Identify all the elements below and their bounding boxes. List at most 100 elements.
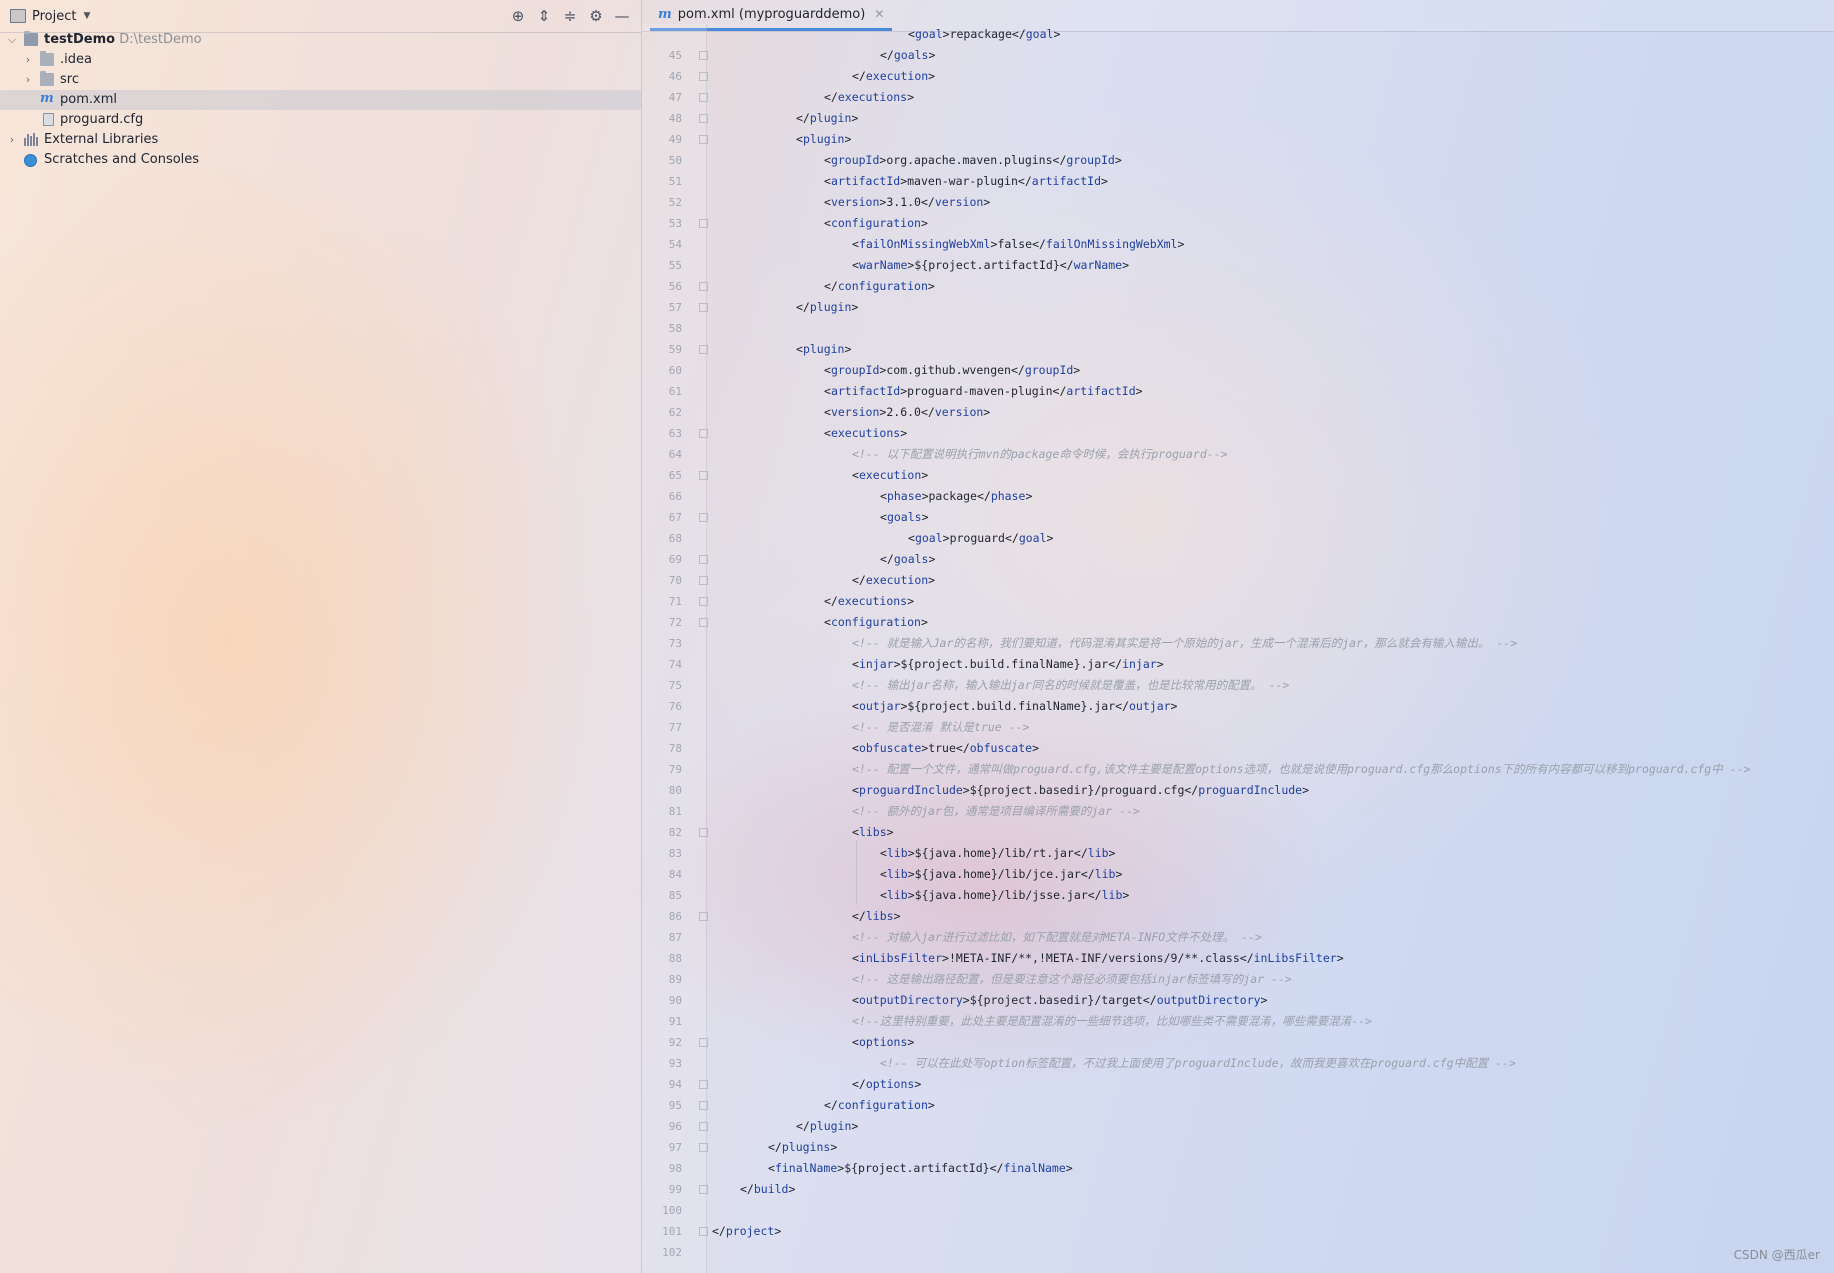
tag-name: artifactId [1066, 384, 1136, 398]
line-number: 50 [668, 154, 682, 167]
fold-marker-icon[interactable] [699, 72, 708, 81]
line-number: 68 [668, 532, 682, 545]
hide-pane-icon[interactable]: — [612, 6, 632, 26]
fold-marker-icon[interactable] [699, 1080, 708, 1089]
tag-bracket: > [851, 111, 859, 125]
code-line: 66 <phase>package</phase> [669, 486, 1822, 507]
tag-bracket: </ [712, 1224, 726, 1238]
fold-marker-icon[interactable] [699, 93, 708, 102]
code-line: 86 </libs> [669, 906, 1822, 927]
fold-marker-icon[interactable] [699, 1038, 708, 1047]
line-number: 63 [668, 427, 682, 440]
tree-item-testdemo[interactable]: ⌵ testDemo D:\testDemo [0, 30, 641, 50]
fold-marker-icon[interactable] [699, 219, 708, 228]
tag-bracket: < [852, 993, 859, 1007]
code-text: <outputDirectory>${project.basedir}/targ… [852, 990, 1267, 1011]
collapse-all-icon[interactable]: ≑ [560, 6, 580, 26]
tag-name: proguardInclude [1198, 783, 1303, 797]
tag-name: version [830, 195, 880, 209]
code-line: 45 </goals> [669, 45, 1822, 66]
fold-marker-icon[interactable] [699, 1101, 708, 1110]
code-line: 101 </project> [662, 1221, 1822, 1242]
fold-marker-icon[interactable] [699, 1143, 708, 1152]
gear-icon[interactable]: ⚙ [586, 6, 606, 26]
line-number: 54 [668, 238, 682, 251]
fold-marker-icon[interactable] [699, 114, 708, 123]
chevron-down-icon[interactable]: ⌵ [6, 30, 18, 50]
fold-marker-icon[interactable] [699, 471, 708, 480]
code-line: 75 <!-- 输出jar名称，输入输出jar同名的时候就是覆盖，也是比较常用的配… [669, 675, 1822, 696]
tag-name: options [865, 1077, 915, 1091]
fold-marker-icon[interactable] [699, 51, 708, 60]
code-line: 78 <obfuscate>true</obfuscate> [669, 738, 1822, 759]
fold-marker-icon[interactable] [699, 828, 708, 837]
code-line: 87 <!-- 对输入jar进行过滤比如，如下配置就是对META-INFO文件不处… [669, 927, 1822, 948]
fold-marker-icon[interactable] [699, 1185, 708, 1194]
tree-item-pom-xml[interactable]: m pom.xml [0, 90, 641, 110]
code-area[interactable]: <goal>repackage</goal> 45 </goals> 46 </exec… [662, 24, 1822, 1263]
code-line: 90 <outputDirectory>${project.basedir}/ta… [669, 990, 1822, 1011]
line-number: 53 [668, 217, 682, 230]
expand-all-icon[interactable]: ⇕ [534, 6, 554, 26]
code-text: <libs> [852, 822, 894, 843]
tree-item-idea[interactable]: › .idea [0, 50, 641, 70]
tag-bracket: </ [852, 1077, 866, 1091]
fold-marker-icon[interactable] [699, 345, 708, 354]
chevron-right-icon[interactable]: › [6, 130, 18, 150]
tag-bracket: </ [1184, 783, 1199, 797]
fold-marker-icon[interactable] [699, 597, 708, 606]
project-view-selector[interactable]: Project ▼ [10, 9, 90, 24]
tag-bracket: </ [852, 573, 866, 587]
tag-bracket: > [900, 426, 908, 440]
tag-name: groupId [830, 363, 880, 377]
fold-marker-icon[interactable] [699, 555, 708, 564]
code-text: <warName>${project.artifactId}</warName> [852, 255, 1129, 276]
fold-marker-icon[interactable] [699, 1227, 708, 1236]
tree-item-src[interactable]: › src [0, 70, 641, 90]
code-line: 48 </plugin> [669, 108, 1822, 129]
tree-item-proguard-cfg[interactable]: proguard.cfg [0, 110, 641, 130]
fold-marker-icon[interactable] [699, 912, 708, 921]
fold-marker-icon[interactable] [699, 1122, 708, 1131]
code-text: </goals> [880, 45, 935, 66]
close-icon[interactable]: ✕ [874, 7, 884, 21]
tag-bracket: > [907, 846, 915, 860]
code-text: <version>3.1.0</version> [824, 192, 990, 213]
fold-marker-icon[interactable] [699, 303, 708, 312]
line-number: 78 [668, 742, 682, 755]
fold-marker-icon[interactable] [699, 618, 708, 627]
fold-marker-icon[interactable] [699, 429, 708, 438]
tag-name: obfuscate [858, 741, 922, 755]
tag-bracket: < [852, 657, 859, 671]
tree-item-external-libraries[interactable]: › External Libraries [0, 130, 641, 150]
tag-name: artifactId [830, 174, 901, 188]
line-number: 45 [668, 49, 682, 62]
fold-marker-icon[interactable] [699, 576, 708, 585]
line-number: 77 [668, 721, 682, 734]
fold-marker-icon[interactable] [699, 513, 708, 522]
tag-bracket: > [983, 195, 991, 209]
tag-value: ${project.build.finalName}.jar [900, 657, 1109, 671]
fold-marker-icon[interactable] [699, 282, 708, 291]
code-line: 83 <lib>${java.home}/lib/rt.jar</lib> [669, 843, 1822, 864]
tag-bracket: </ [920, 405, 935, 419]
chevron-right-icon[interactable]: › [22, 50, 34, 70]
code-line: 62 <version>2.6.0</version> [669, 402, 1822, 423]
tag-bracket: </ [796, 1119, 810, 1133]
tag-bracket: </ [1059, 258, 1074, 272]
tag-name: executions [830, 426, 901, 440]
code-line: 100 [662, 1200, 1822, 1221]
line-number: 85 [668, 889, 682, 902]
project-view-icon [10, 9, 26, 23]
tree-item-scratches-and-consoles[interactable]: Scratches and Consoles [0, 150, 641, 170]
chevron-right-icon[interactable]: › [22, 70, 34, 90]
locate-file-icon[interactable]: ⊕ [508, 6, 528, 26]
fold-marker-icon[interactable] [699, 135, 708, 144]
code-text: <plugin> [796, 339, 851, 360]
tree-item-label: .idea [60, 52, 92, 67]
line-number: 61 [668, 385, 682, 398]
tag-name: execution [858, 468, 922, 482]
code-line: 56 </configuration> [669, 276, 1822, 297]
tag-bracket: < [852, 1035, 859, 1049]
tag-bracket: > [788, 1182, 796, 1196]
